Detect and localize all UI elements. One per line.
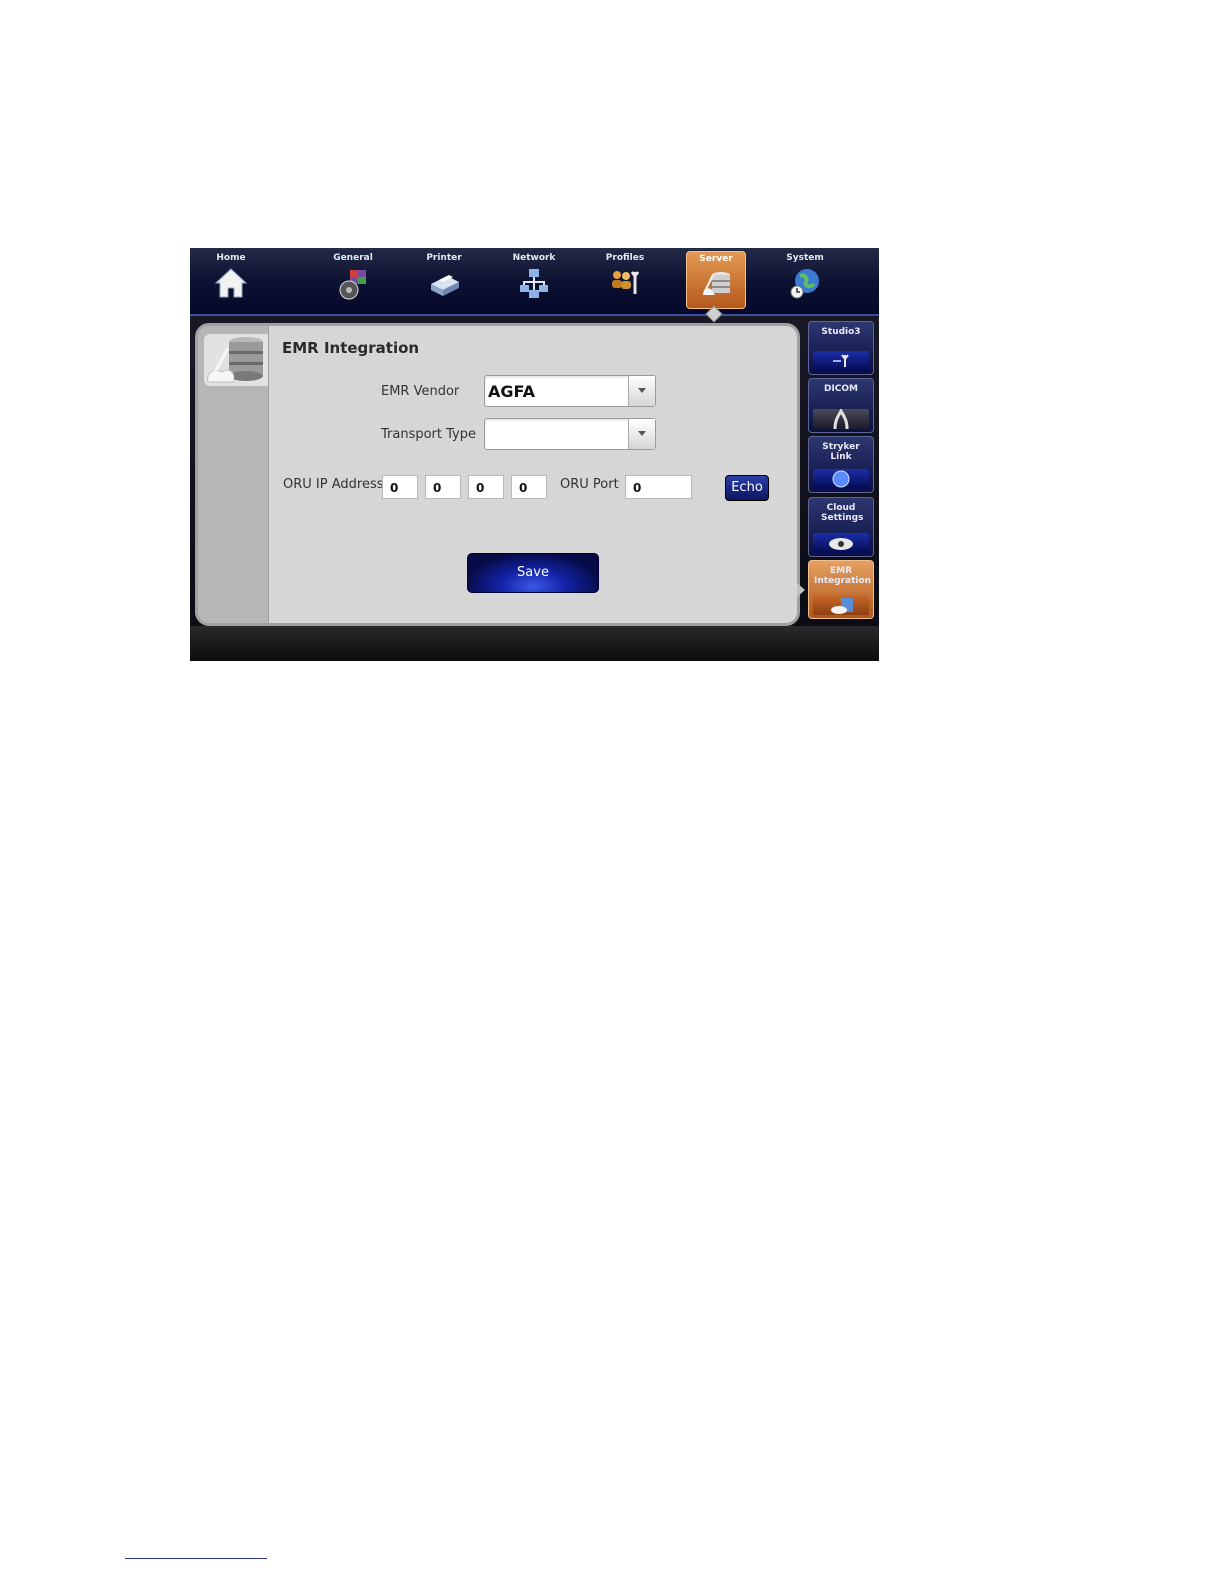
dicom-icon	[813, 407, 869, 430]
database-icon	[207, 337, 263, 383]
home-icon	[214, 268, 248, 298]
side-tab-cloud-settings-label: Cloud Settings	[821, 503, 864, 523]
device-settings-window: Home General Printer Network Profiles Se…	[190, 248, 879, 661]
side-tab-studio3-label: Studio3	[821, 327, 861, 337]
nav-system-label: System	[786, 253, 824, 263]
oru-ip-octet-4-input[interactable]: 0	[511, 475, 547, 499]
chevron-down-icon	[638, 388, 646, 393]
network-icon	[520, 269, 548, 298]
echo-button[interactable]: Echo	[725, 475, 769, 501]
stryker-link-icon	[813, 469, 869, 489]
oru-ip-octet-3-input[interactable]: 0	[468, 475, 504, 499]
side-tab-stryker-link-label: Stryker Link	[822, 442, 860, 462]
general-icon	[339, 270, 366, 300]
oru-ip-octet-2-input[interactable]: 0	[425, 475, 461, 499]
emr-vendor-label: EMR Vendor	[381, 384, 460, 399]
nav-printer-label: Printer	[426, 253, 462, 263]
emr-vendor-dropdown-button[interactable]	[628, 376, 655, 406]
nav-general-label: General	[333, 253, 373, 263]
oru-ip-address-label: ORU IP Address	[283, 477, 384, 492]
printer-icon	[431, 275, 459, 296]
side-tab-active-pointer	[797, 583, 805, 597]
oru-ip-octet-1-input[interactable]: 0	[382, 475, 418, 499]
profiles-icon	[612, 271, 640, 294]
transport-type-dropdown-button[interactable]	[628, 419, 655, 449]
side-tab-studio3[interactable]: Studio3	[808, 321, 874, 375]
emr-integration-panel: EMR Integration EMR Vendor AGFA Transpor…	[195, 323, 800, 626]
transport-type-label: Transport Type	[381, 427, 476, 442]
side-tab-dicom-label: DICOM	[823, 384, 859, 394]
nav-home-label: Home	[216, 253, 246, 263]
footnote-separator	[125, 1558, 267, 1559]
studio3-icon	[813, 351, 869, 371]
oru-port-input[interactable]: 0	[625, 475, 692, 499]
side-tab-cloud-settings[interactable]: Cloud Settings	[808, 497, 874, 557]
side-tab-emr-integration-label: EMR Integration	[814, 566, 872, 586]
chevron-down-icon	[638, 431, 646, 436]
nav-general[interactable]: General	[324, 248, 382, 308]
nav-profiles[interactable]: Profiles	[596, 248, 654, 308]
side-tab-emr-integration[interactable]: EMR Integration	[808, 560, 874, 619]
bottom-bar	[190, 626, 879, 661]
nav-system[interactable]: System	[776, 248, 834, 308]
server-icon	[703, 272, 730, 295]
oru-port-label: ORU Port	[560, 477, 619, 492]
emr-vendor-select[interactable]: AGFA	[484, 375, 656, 407]
nav-network-label: Network	[512, 253, 556, 263]
nav-home[interactable]: Home	[202, 248, 260, 308]
nav-profiles-label: Profiles	[605, 253, 645, 263]
nav-server-label: Server	[699, 254, 733, 264]
panel-icon-tile	[204, 334, 268, 386]
page-title: EMR Integration	[282, 339, 420, 357]
nav-server[interactable]: Server	[686, 251, 746, 309]
nav-network[interactable]: Network	[505, 248, 563, 308]
save-button[interactable]: Save	[467, 553, 599, 593]
top-navigation: Home General Printer Network Profiles Se…	[190, 248, 879, 323]
emr-vendor-value: AGFA	[488, 382, 535, 401]
side-tab-dicom[interactable]: DICOM	[808, 378, 874, 433]
emr-integration-icon	[813, 595, 869, 615]
side-tab-stryker-link[interactable]: Stryker Link	[808, 436, 874, 493]
nav-printer[interactable]: Printer	[415, 248, 473, 308]
cloud-settings-icon	[813, 533, 869, 553]
system-icon	[790, 269, 819, 299]
transport-type-select[interactable]	[484, 418, 656, 450]
